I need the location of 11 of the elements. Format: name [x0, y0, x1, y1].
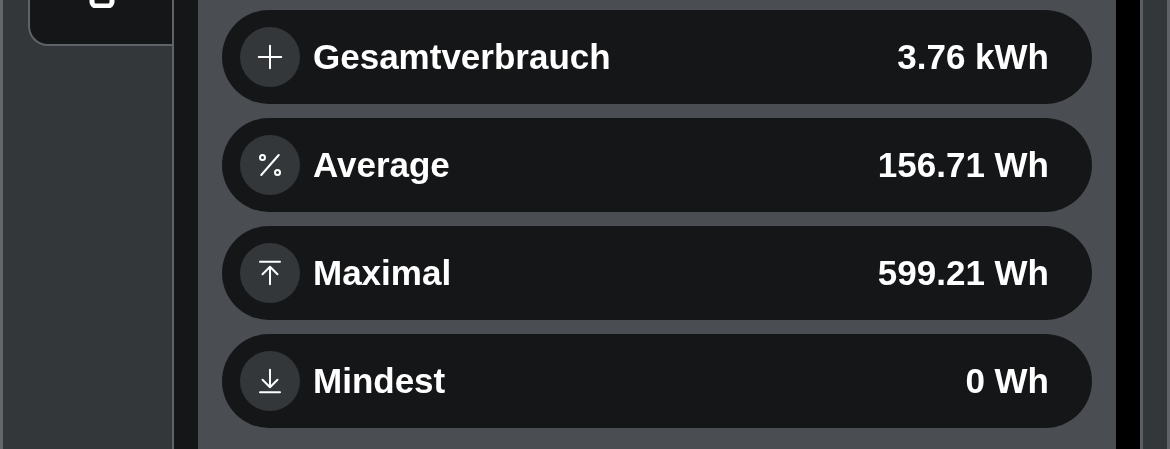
stat-label: Gesamtverbrauch	[313, 37, 612, 77]
plus-icon	[240, 27, 300, 87]
stat-label: Average	[313, 145, 451, 185]
glyph-icon	[89, 0, 115, 8]
stat-value: 3.76 kWh	[897, 37, 1049, 77]
stat-label: Maximal	[313, 253, 453, 293]
stat-value: 156.71 Wh	[877, 145, 1049, 185]
stat-label: Mindest	[313, 361, 447, 401]
stat-value: 599.21 Wh	[877, 253, 1049, 293]
percent-icon	[240, 135, 300, 195]
stat-value: 0 Wh	[965, 361, 1049, 401]
